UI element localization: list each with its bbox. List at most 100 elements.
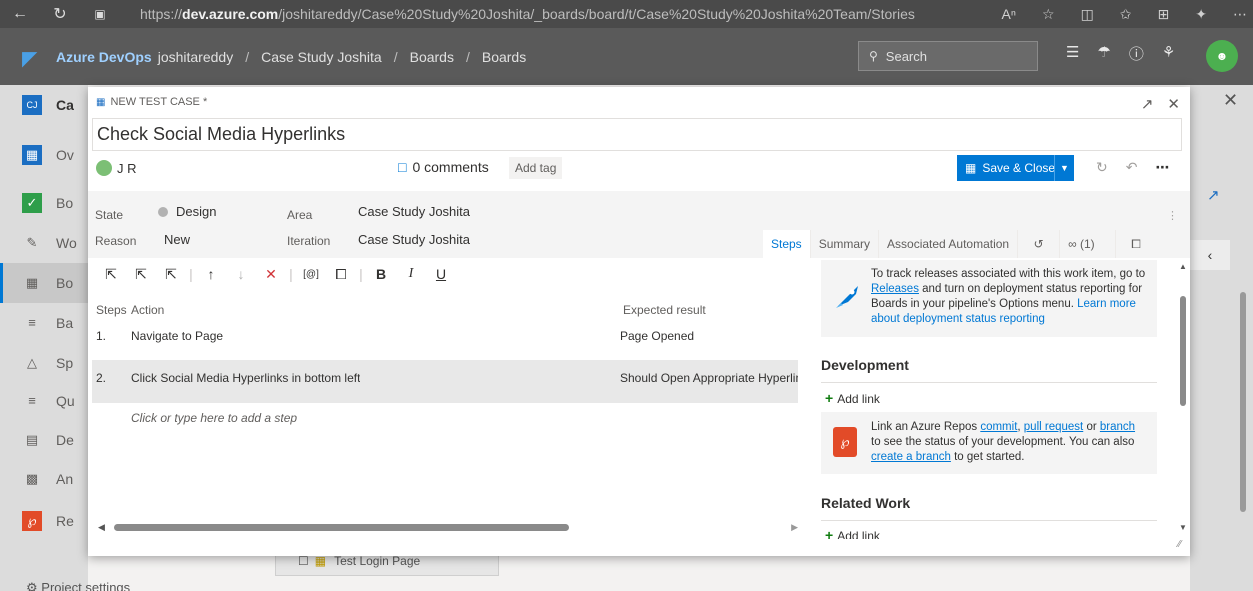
create-branch-link[interactable]: create a branch bbox=[871, 451, 951, 463]
add-tag-button[interactable]: Add tag bbox=[509, 157, 563, 179]
more-actions-icon[interactable]: ⋯ bbox=[1155, 159, 1169, 176]
insert-parameter-icon[interactable]: [@] bbox=[296, 269, 326, 280]
sidebar-item-work-items[interactable]: ✎ Wo bbox=[0, 223, 88, 263]
move-down-icon[interactable]: ↓ bbox=[226, 266, 256, 282]
area-field[interactable]: Case Study Joshita bbox=[358, 204, 470, 219]
sidebar-item-project[interactable]: CJ Ca bbox=[0, 85, 88, 125]
table-row[interactable]: 2. Click Social Media Hyperlinks in bott… bbox=[92, 360, 798, 403]
undo-icon[interactable]: ↶ bbox=[1126, 159, 1138, 176]
tab-attachments[interactable]: ⧠ bbox=[1116, 230, 1156, 258]
releases-link[interactable]: Releases bbox=[871, 283, 919, 295]
delete-step-icon[interactable]: ✕ bbox=[256, 266, 286, 283]
scroll-right-icon[interactable]: ▶ bbox=[791, 522, 798, 533]
tab-summary[interactable]: Summary bbox=[811, 230, 880, 258]
create-shared-steps-icon[interactable]: ⇱ bbox=[156, 266, 186, 283]
chevron-left-icon[interactable]: ‹ bbox=[1190, 240, 1230, 270]
step-action[interactable]: Navigate to Page bbox=[131, 318, 223, 354]
breadcrumb-page[interactable]: Boards bbox=[482, 49, 526, 65]
italic-button[interactable]: I bbox=[396, 266, 426, 282]
tab-history[interactable]: ↺ bbox=[1018, 230, 1061, 258]
step-expected-result[interactable]: Should Open Appropriate Hyperlinks bbox=[620, 360, 798, 396]
scrollbar-thumb[interactable] bbox=[114, 524, 569, 531]
chevron-down-icon[interactable]: ▼ bbox=[1054, 155, 1074, 181]
back-icon[interactable]: ← bbox=[0, 5, 40, 23]
horizontal-scrollbar[interactable]: ◀ ▶ bbox=[98, 520, 798, 534]
learn-more-link[interactable]: Learn more bbox=[1077, 298, 1136, 310]
pane-vertical-scrollbar[interactable]: ▲ ▼ bbox=[1179, 262, 1187, 532]
marketplace-icon[interactable]: ☂ bbox=[1097, 43, 1110, 64]
scroll-up-icon[interactable]: ▲ bbox=[1179, 262, 1187, 271]
deployment-status-link[interactable]: about deployment status reporting bbox=[871, 313, 1045, 325]
table-row[interactable]: 1. Navigate to Page Page Opened bbox=[92, 318, 798, 354]
add-link-label: Add link bbox=[837, 529, 880, 539]
sidebar-item-boards-hub[interactable]: ✓ Bo bbox=[0, 183, 88, 223]
breadcrumb-org[interactable]: joshitareddy bbox=[158, 49, 234, 65]
tab-associated-automation[interactable]: Associated Automation bbox=[879, 230, 1019, 258]
sidebar-item-analytics[interactable]: ▩ An bbox=[0, 459, 88, 499]
project-settings[interactable]: ⚙ Project settings bbox=[26, 580, 130, 591]
user-settings-icon[interactable]: ⚘ bbox=[1162, 43, 1175, 64]
favorite-icon[interactable]: ☆ bbox=[1042, 6, 1055, 23]
comments-link[interactable]: □ 0 comments bbox=[398, 159, 489, 175]
sidebar-item-backlogs[interactable]: ≡ Ba bbox=[0, 303, 88, 343]
scroll-down-icon[interactable]: ▼ bbox=[1179, 523, 1187, 532]
azure-devops-logo-icon[interactable]: ◤ bbox=[22, 46, 46, 70]
breadcrumb-project[interactable]: Case Study Joshita bbox=[261, 49, 382, 65]
read-aloud-icon[interactable]: Aⁿ bbox=[1002, 6, 1016, 22]
step-expected-result[interactable]: Page Opened bbox=[620, 318, 798, 354]
save-and-close-button[interactable]: ▦ Save & Close ▼ bbox=[957, 155, 1074, 181]
branch-link[interactable]: branch bbox=[1100, 421, 1135, 433]
more-fields-icon[interactable]: ⋮ bbox=[1167, 209, 1178, 222]
state-field[interactable]: Design bbox=[158, 204, 216, 219]
sidebar-item-boards[interactable]: ▦ Bo bbox=[0, 263, 88, 303]
split-screen-icon[interactable]: ◫ bbox=[1081, 6, 1094, 23]
scroll-left-icon[interactable]: ◀ bbox=[98, 522, 105, 533]
task-list-icon[interactable]: ☰ bbox=[1066, 43, 1079, 64]
more-icon[interactable]: ⋯ bbox=[1233, 6, 1247, 23]
address-bar[interactable]: https://dev.azure.com/joshitareddy/Case%… bbox=[140, 6, 920, 22]
bold-button[interactable]: B bbox=[366, 266, 396, 282]
refresh-icon[interactable]: ↻ bbox=[1096, 159, 1108, 176]
sidebar-item-queries[interactable]: ≡ Qu bbox=[0, 381, 88, 421]
title-input[interactable]: Check Social Media Hyperlinks bbox=[92, 118, 1182, 151]
add-step-placeholder[interactable]: Click or type here to add a step bbox=[131, 411, 297, 425]
expand-icon[interactable]: ↗ bbox=[1207, 186, 1220, 204]
scrollbar-thumb[interactable] bbox=[1240, 292, 1246, 512]
step-action[interactable]: Click Social Media Hyperlinks in bottom … bbox=[131, 360, 360, 396]
add-link-button[interactable]: + Add link bbox=[825, 390, 880, 406]
attachment-icon[interactable]: ⧠ bbox=[326, 266, 356, 283]
copilot-icon[interactable]: ✦ bbox=[1195, 6, 1207, 23]
pull-request-link[interactable]: pull request bbox=[1024, 421, 1083, 433]
tab-links[interactable]: ∞ (1) bbox=[1060, 230, 1117, 258]
sidebar-item-delivery-plans[interactable]: ▤ De bbox=[0, 420, 88, 460]
sidebar-item-repos[interactable]: ℘ Re bbox=[0, 501, 88, 541]
insert-shared-steps-icon[interactable]: ⇱ bbox=[126, 266, 156, 283]
favorites-icon[interactable]: ✩ bbox=[1120, 6, 1132, 23]
breadcrumb-section[interactable]: Boards bbox=[410, 49, 454, 65]
expand-icon[interactable]: ↗ bbox=[1141, 95, 1154, 113]
page-scrollbar[interactable] bbox=[1238, 278, 1248, 568]
checkbox-icon[interactable]: ☐ bbox=[298, 554, 309, 568]
refresh-icon[interactable]: ↻ bbox=[40, 4, 80, 24]
help-icon[interactable]: ⓘ bbox=[1129, 43, 1144, 64]
collections-icon[interactable]: ⊞ bbox=[1158, 6, 1170, 23]
iteration-field[interactable]: Case Study Joshita bbox=[358, 232, 470, 247]
site-info-icon[interactable]: ▣ bbox=[80, 7, 120, 21]
tab-steps[interactable]: Steps bbox=[763, 230, 811, 258]
sidebar-item-overview[interactable]: ▦ Ov bbox=[0, 135, 88, 175]
resize-handle-icon[interactable]: ∕∕ bbox=[1178, 539, 1181, 550]
close-icon[interactable]: ✕ bbox=[1223, 90, 1238, 111]
insert-step-icon[interactable]: ⇱ bbox=[96, 266, 126, 283]
assigned-to[interactable]: J R bbox=[96, 160, 137, 176]
sidebar-item-sprints[interactable]: △ Sp bbox=[0, 343, 88, 383]
scrollbar-thumb[interactable] bbox=[1180, 296, 1186, 406]
brand-name[interactable]: Azure DevOps bbox=[56, 49, 152, 65]
close-icon[interactable]: ✕ bbox=[1167, 95, 1180, 113]
commit-link[interactable]: commit bbox=[980, 421, 1017, 433]
add-related-link-button[interactable]: + Add link bbox=[825, 527, 880, 539]
reason-field[interactable]: New bbox=[164, 232, 190, 247]
user-avatar[interactable]: ☻ bbox=[1206, 40, 1238, 72]
search-input[interactable]: ⚲ Search bbox=[858, 41, 1038, 71]
underline-button[interactable]: U bbox=[426, 266, 456, 282]
move-up-icon[interactable]: ↑ bbox=[196, 266, 226, 282]
